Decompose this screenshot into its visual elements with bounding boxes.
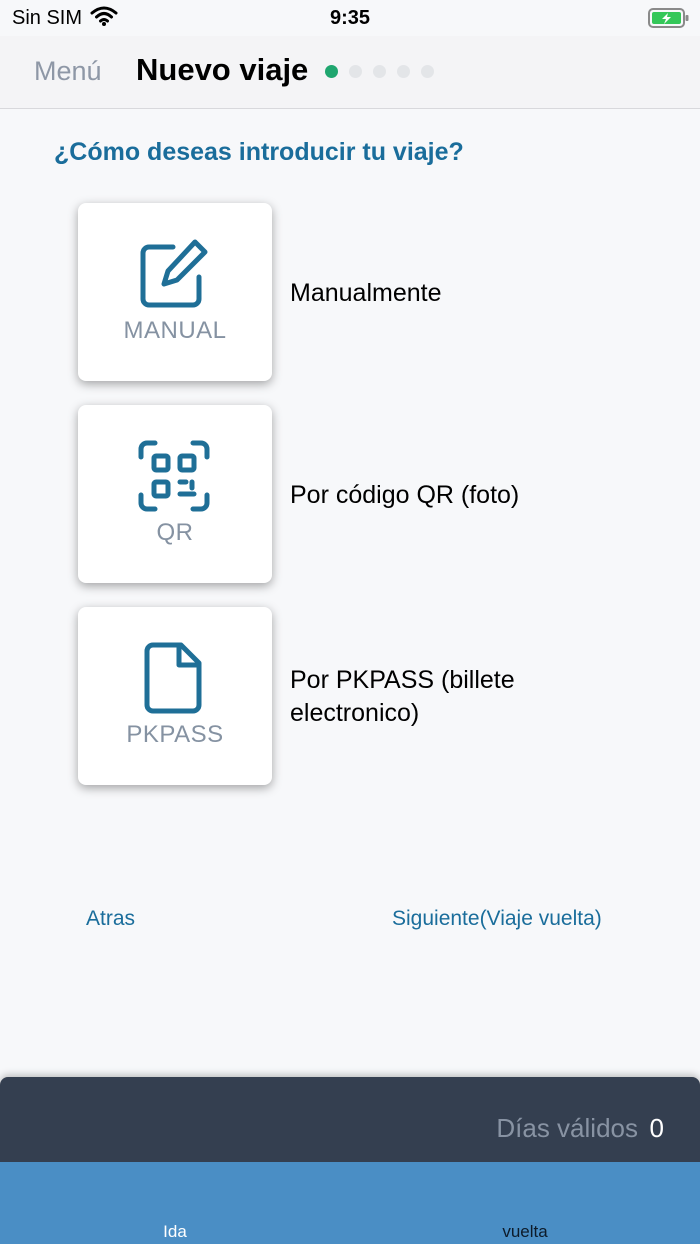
step-indicator <box>325 65 434 78</box>
option-manual: MANUAL Manualmente <box>78 203 700 381</box>
step-dot-active <box>325 65 338 78</box>
tab-vuelta[interactable]: vuelta <box>465 1222 585 1242</box>
tab-bar: Ida vuelta <box>0 1162 700 1244</box>
manual-card[interactable]: MANUAL <box>78 203 272 381</box>
pkpass-description: Por PKPASS (billete electronico) <box>290 666 515 727</box>
manual-description: Manualmente <box>290 279 442 307</box>
edit-icon <box>140 239 208 308</box>
tab-ida[interactable]: Ida <box>115 1222 235 1242</box>
qr-description: Por código QR (foto) <box>290 481 520 509</box>
valid-days-value: 0 <box>649 1113 664 1143</box>
clock: 9:35 <box>329 7 371 29</box>
nav-bar: Menú Nuevo viaje <box>0 36 700 109</box>
back-link[interactable]: Atras <box>86 907 135 931</box>
page-title: Nuevo viaje <box>136 52 309 87</box>
valid-days-label: Días válidos <box>496 1113 638 1143</box>
valid-days-panel: Días válidos 0 <box>0 1077 700 1162</box>
step-dot <box>349 65 362 78</box>
option-qr: QR Por código QR (foto) <box>78 405 700 583</box>
qr-card[interactable]: QR <box>78 405 272 583</box>
qr-code-icon <box>138 440 210 512</box>
battery-charging-icon <box>648 7 690 35</box>
pkpass-card-label: PKPASS <box>126 721 224 748</box>
qr-card-label: QR <box>156 519 194 546</box>
status-bar: Sin SIM 9:35 <box>0 0 700 36</box>
step-dot <box>421 65 434 78</box>
pkpass-card[interactable]: PKPASS <box>78 607 272 785</box>
question-heading: ¿Cómo deseas introducir tu viaje? <box>54 138 464 166</box>
next-link[interactable]: Siguiente(Viaje vuelta) <box>392 907 602 931</box>
menu-button[interactable]: Menú <box>34 56 102 87</box>
file-icon <box>144 642 202 714</box>
step-dot <box>397 65 410 78</box>
step-dot <box>373 65 386 78</box>
manual-card-label: MANUAL <box>123 317 227 344</box>
option-pkpass: PKPASS Por PKPASS (billete electronico) <box>78 607 700 785</box>
